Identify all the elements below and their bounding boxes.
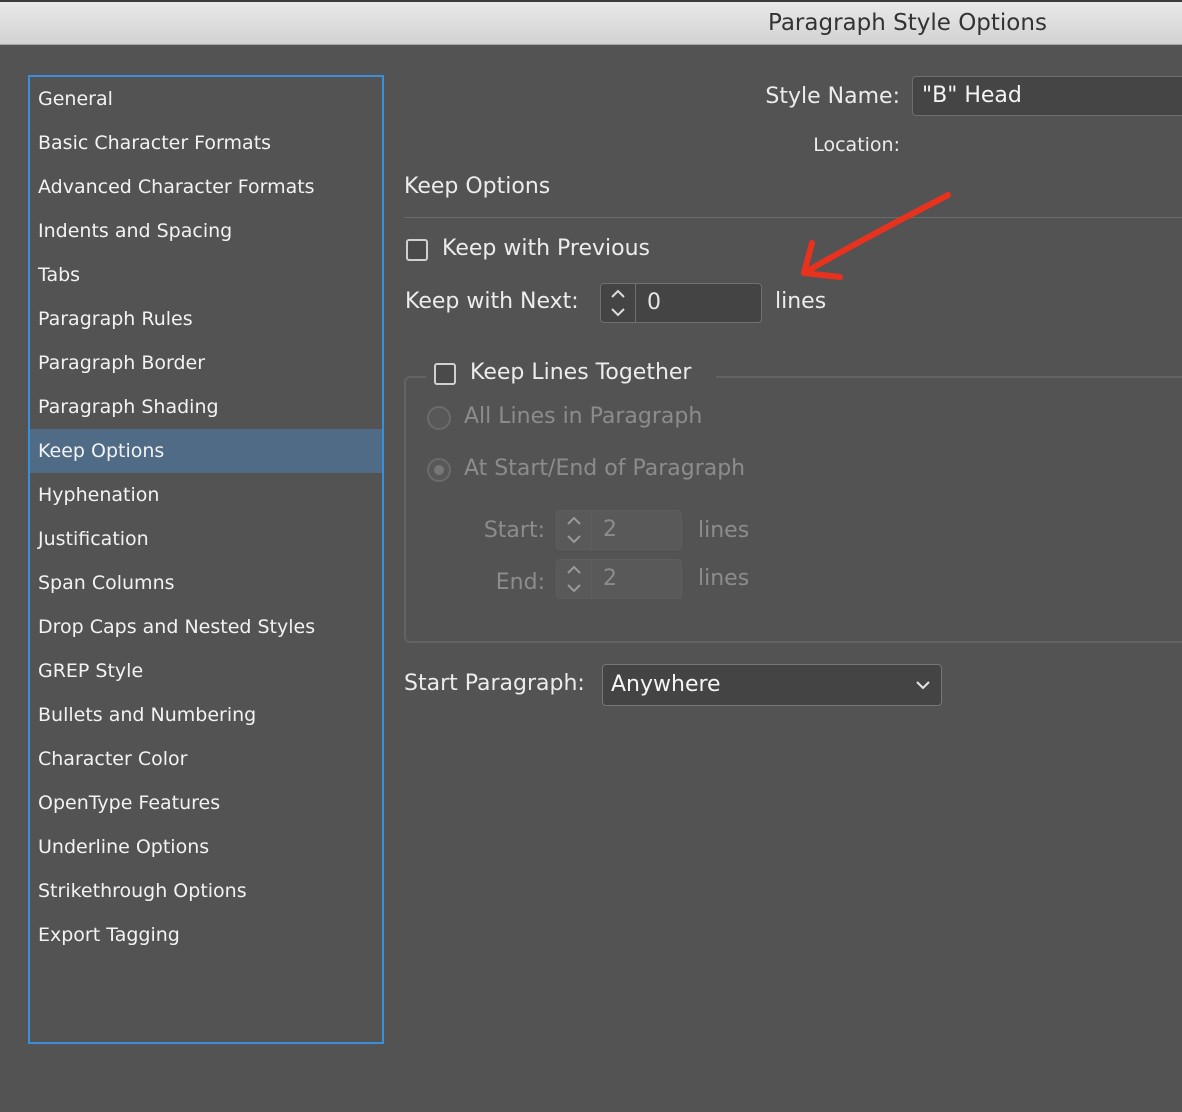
title-bar: Paragraph Style Options <box>0 0 1182 45</box>
sidebar-item-strikethrough-options[interactable]: Strikethrough Options <box>30 869 382 913</box>
sidebar-item-export-tagging[interactable]: Export Tagging <box>30 913 382 957</box>
end-stepper-arrows[interactable] <box>557 560 592 598</box>
stepper-arrows[interactable] <box>601 284 636 322</box>
sidebar-item-paragraph-rules[interactable]: Paragraph Rules <box>30 297 382 341</box>
sidebar-item-justification[interactable]: Justification <box>30 517 382 561</box>
sidebar-item-span-columns[interactable]: Span Columns <box>30 561 382 605</box>
keep-with-previous-label: Keep with Previous <box>442 236 651 261</box>
category-list[interactable]: General Basic Character Formats Advanced… <box>28 75 384 1044</box>
chevron-down-icon[interactable] <box>566 582 582 594</box>
sidebar-item-indents-and-spacing[interactable]: Indents and Spacing <box>30 209 382 253</box>
style-name-label: Style Name: <box>765 84 900 109</box>
sidebar-item-advanced-character-formats[interactable]: Advanced Character Formats <box>30 165 382 209</box>
start-end-radio[interactable] <box>427 458 451 482</box>
end-lines-unit: lines <box>698 566 750 591</box>
sidebar-item-grep-style[interactable]: GREP Style <box>30 649 382 693</box>
sidebar-item-drop-caps-and-nested-styles[interactable]: Drop Caps and Nested Styles <box>30 605 382 649</box>
start-lines-label: Start: <box>483 518 545 543</box>
red-arrow-annotation <box>801 192 951 280</box>
start-lines-value[interactable]: 2 <box>603 511 617 549</box>
window-title: Paragraph Style Options <box>768 10 1047 36</box>
sidebar-item-general[interactable]: General <box>30 77 382 121</box>
sidebar-item-opentype-features[interactable]: OpenType Features <box>30 781 382 825</box>
keep-with-next-value[interactable]: 0 <box>647 284 661 322</box>
sidebar-item-underline-options[interactable]: Underline Options <box>30 825 382 869</box>
keep-with-next-unit: lines <box>775 289 827 314</box>
start-lines-stepper[interactable]: 2 <box>556 510 682 550</box>
chevron-down-icon[interactable] <box>610 306 626 318</box>
sidebar-item-bullets-and-numbering[interactable]: Bullets and Numbering <box>30 693 382 737</box>
start-end-label: At Start/End of Paragraph <box>464 456 746 481</box>
sidebar-item-keep-options[interactable]: Keep Options <box>30 429 382 473</box>
end-lines-label: End: <box>495 570 545 595</box>
chevron-down-icon[interactable] <box>915 679 931 691</box>
start-paragraph-value: Anywhere <box>611 672 721 697</box>
sidebar-item-paragraph-border[interactable]: Paragraph Border <box>30 341 382 385</box>
end-lines-stepper[interactable]: 2 <box>556 559 682 599</box>
chevron-up-icon[interactable] <box>610 288 626 300</box>
sidebar-item-paragraph-shading[interactable]: Paragraph Shading <box>30 385 382 429</box>
chevron-up-icon[interactable] <box>566 564 582 576</box>
keep-with-previous-checkbox[interactable] <box>406 239 428 261</box>
sidebar-item-basic-character-formats[interactable]: Basic Character Formats <box>30 121 382 165</box>
keep-with-next-stepper[interactable]: 0 <box>600 283 762 323</box>
end-lines-value[interactable]: 2 <box>603 560 617 598</box>
keep-lines-together-checkbox[interactable] <box>434 363 456 385</box>
section-title: Keep Options <box>404 174 551 199</box>
start-paragraph-label: Start Paragraph: <box>404 671 585 696</box>
sidebar-item-hyphenation[interactable]: Hyphenation <box>30 473 382 517</box>
sidebar-item-tabs[interactable]: Tabs <box>30 253 382 297</box>
start-stepper-arrows[interactable] <box>557 511 592 549</box>
location-label: Location: <box>813 134 900 156</box>
all-lines-label: All Lines in Paragraph <box>464 404 703 429</box>
sidebar-item-character-color[interactable]: Character Color <box>30 737 382 781</box>
start-lines-unit: lines <box>698 518 750 543</box>
chevron-up-icon[interactable] <box>566 515 582 527</box>
start-paragraph-select[interactable]: Anywhere <box>602 664 942 706</box>
style-name-input[interactable]: "B" Head <box>912 76 1182 116</box>
chevron-down-icon[interactable] <box>566 533 582 545</box>
all-lines-radio[interactable] <box>427 406 451 430</box>
keep-lines-together-label: Keep Lines Together <box>470 360 692 385</box>
keep-with-next-label: Keep with Next: <box>405 289 579 314</box>
